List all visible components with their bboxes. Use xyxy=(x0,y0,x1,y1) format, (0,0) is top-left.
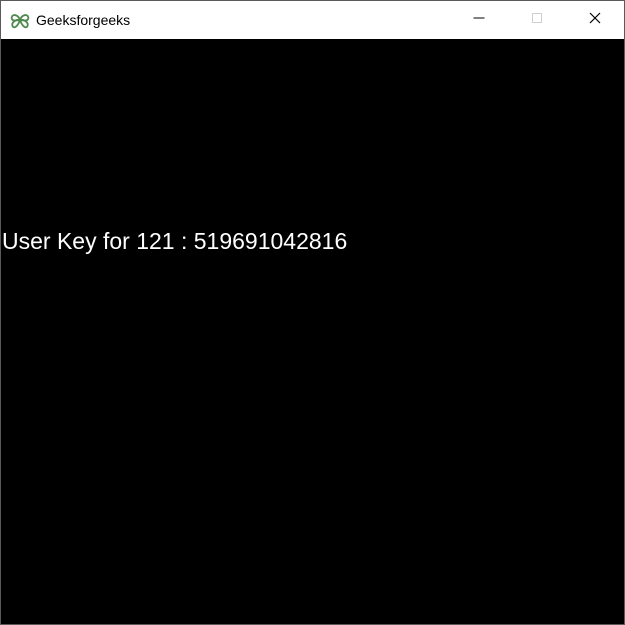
close-button[interactable] xyxy=(566,1,624,39)
window-content: User Key for 121 : 519691042816 xyxy=(1,39,624,624)
maximize-icon xyxy=(531,11,543,29)
maximize-button[interactable] xyxy=(508,1,566,39)
minimize-icon xyxy=(473,11,485,29)
window-controls xyxy=(450,1,624,39)
geeksforgeeks-logo-icon xyxy=(9,9,31,31)
user-key-message: User Key for 121 : 519691042816 xyxy=(2,228,348,254)
close-icon xyxy=(589,11,601,29)
minimize-button[interactable] xyxy=(450,1,508,39)
title-bar[interactable]: Geeksforgeeks xyxy=(1,1,624,39)
app-window: Geeksforgeeks User Key for 121: 5196910… xyxy=(0,0,625,625)
window-title: Geeksforgeeks xyxy=(36,12,131,28)
